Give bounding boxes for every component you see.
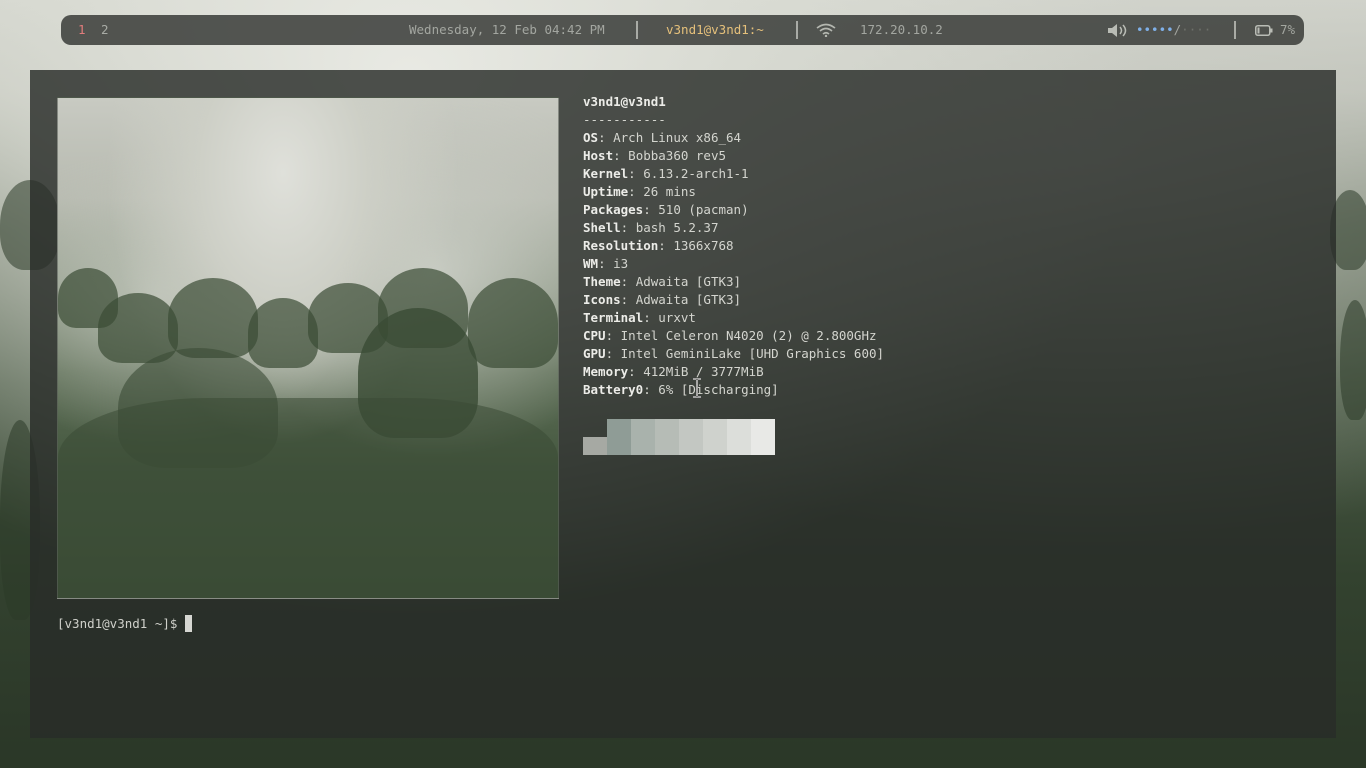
info-separator: : bbox=[605, 328, 621, 343]
info-separator: : bbox=[613, 148, 629, 163]
info-row-theme: Theme: Adwaita [GTK3] bbox=[583, 273, 884, 291]
info-row-battery0: Battery0: 6% [Discharging] bbox=[583, 381, 884, 399]
info-key: CPU bbox=[583, 328, 606, 343]
info-key: Uptime bbox=[583, 184, 629, 199]
status-bar: 1 2 Wednesday, 12 Feb 04:42 PM v3nd1@v3n… bbox=[61, 15, 1304, 45]
info-separator: : bbox=[628, 166, 644, 181]
palette-swatch bbox=[679, 419, 703, 455]
info-value: Arch Linux x86_64 bbox=[613, 130, 742, 145]
info-row-terminal: Terminal: urxvt bbox=[583, 309, 884, 327]
prompt-text: [v3nd1@v3nd1 ~]$ bbox=[57, 616, 178, 631]
color-palette bbox=[583, 419, 775, 455]
info-value: Bobba360 rev5 bbox=[628, 148, 727, 163]
palette-swatch bbox=[703, 419, 727, 455]
info-value: 6.13.2-arch1-1 bbox=[643, 166, 749, 181]
info-separator: : bbox=[643, 202, 659, 217]
info-separator: : bbox=[598, 256, 614, 271]
info-key: Packages bbox=[583, 202, 644, 217]
info-row-kernel: Kernel: 6.13.2-arch1-1 bbox=[583, 165, 884, 183]
info-value: i3 bbox=[613, 256, 629, 271]
palette-swatch bbox=[631, 419, 655, 455]
info-key: Theme bbox=[583, 274, 621, 289]
workspace-1[interactable]: 1 bbox=[78, 22, 86, 37]
info-row-gpu: GPU: Intel GeminiLake [UHD Graphics 600] bbox=[583, 345, 884, 363]
info-key: Icons bbox=[583, 292, 621, 307]
info-key: WM bbox=[583, 256, 599, 271]
info-value: Adwaita [GTK3] bbox=[635, 274, 742, 289]
text-cursor-icon bbox=[693, 378, 701, 398]
info-row-memory: Memory: 412MiB / 3777MiB bbox=[583, 363, 884, 381]
battery-icon bbox=[1255, 24, 1273, 39]
battery-percentage: 7% bbox=[1280, 22, 1296, 37]
info-separator: : bbox=[628, 364, 644, 379]
speaker-icon[interactable] bbox=[1107, 23, 1129, 41]
info-key: Resolution bbox=[583, 238, 659, 253]
info-row-cpu: CPU: Intel Celeron N4020 (2) @ 2.800GHz bbox=[583, 327, 884, 345]
fetch-image bbox=[57, 97, 559, 599]
info-separator: : bbox=[598, 130, 614, 145]
desktop-wallpaper: 1 2 Wednesday, 12 Feb 04:42 PM v3nd1@v3n… bbox=[0, 0, 1366, 768]
info-key: GPU bbox=[583, 346, 606, 361]
bar-separator bbox=[636, 21, 638, 39]
header-underline: ----------- bbox=[583, 112, 666, 127]
info-key: OS bbox=[583, 130, 599, 145]
terminal-cursor bbox=[185, 615, 193, 632]
info-value: 1366x768 bbox=[673, 238, 734, 253]
volume-level[interactable]: •••••/···· bbox=[1136, 22, 1211, 37]
info-value: 6% [Discharging] bbox=[658, 382, 779, 397]
info-value: 26 mins bbox=[643, 184, 696, 199]
info-key: Host bbox=[583, 148, 614, 163]
info-row-wm: WM: i3 bbox=[583, 255, 884, 273]
info-row-uptime: Uptime: 26 mins bbox=[583, 183, 884, 201]
shell-prompt[interactable]: [v3nd1@v3nd1 ~]$ bbox=[57, 615, 193, 632]
wifi-icon bbox=[816, 23, 836, 40]
terminal-window[interactable]: v3nd1@v3nd1 ----------- OS: Arch Linux x… bbox=[30, 70, 1336, 738]
bar-separator bbox=[1234, 21, 1236, 39]
info-row-resolution: Resolution: 1366x768 bbox=[583, 237, 884, 255]
info-row-packages: Packages: 510 (pacman) bbox=[583, 201, 884, 219]
info-separator: : bbox=[605, 346, 621, 361]
volume-filled: ••••• bbox=[1136, 22, 1174, 37]
info-separator: : bbox=[628, 184, 644, 199]
info-key: Battery0 bbox=[583, 382, 644, 397]
info-value: Adwaita [GTK3] bbox=[635, 292, 742, 307]
palette-swatch bbox=[751, 419, 775, 455]
workspace-2[interactable]: 2 bbox=[101, 22, 109, 37]
info-separator: : bbox=[620, 292, 636, 307]
info-row-shell: Shell: bash 5.2.37 bbox=[583, 219, 884, 237]
info-value: urxvt bbox=[658, 310, 696, 325]
info-key: Terminal bbox=[583, 310, 644, 325]
info-row-os: OS: Arch Linux x86_64 bbox=[583, 129, 884, 147]
info-value: 412MiB / 3777MiB bbox=[643, 364, 764, 379]
info-row-icons: Icons: Adwaita [GTK3] bbox=[583, 291, 884, 309]
info-value: Intel Celeron N4020 (2) @ 2.800GHz bbox=[620, 328, 877, 343]
info-key: Kernel bbox=[583, 166, 629, 181]
info-separator: : bbox=[620, 274, 636, 289]
info-value: bash 5.2.37 bbox=[635, 220, 719, 235]
palette-swatch bbox=[727, 419, 751, 455]
info-value: Intel GeminiLake [UHD Graphics 600] bbox=[620, 346, 885, 361]
user-host: v3nd1@v3nd1 bbox=[583, 94, 666, 109]
info-separator: : bbox=[620, 220, 636, 235]
info-separator: : bbox=[643, 310, 659, 325]
palette-swatch bbox=[655, 419, 679, 455]
info-separator: : bbox=[643, 382, 659, 397]
bar-separator bbox=[796, 21, 798, 39]
palette-swatch bbox=[607, 419, 631, 455]
ip-address: 172.20.10.2 bbox=[860, 22, 943, 37]
info-separator: : bbox=[658, 238, 674, 253]
palette-swatch bbox=[583, 437, 607, 455]
info-row-host: Host: Bobba360 rev5 bbox=[583, 147, 884, 165]
info-key: Memory bbox=[583, 364, 629, 379]
info-value: 510 (pacman) bbox=[658, 202, 749, 217]
volume-empty: ···· bbox=[1181, 22, 1212, 37]
clock: Wednesday, 12 Feb 04:42 PM bbox=[409, 22, 605, 37]
system-info: v3nd1@v3nd1 ----------- OS: Arch Linux x… bbox=[583, 93, 884, 399]
info-key: Shell bbox=[583, 220, 621, 235]
window-title: v3nd1@v3nd1:~ bbox=[666, 22, 764, 37]
